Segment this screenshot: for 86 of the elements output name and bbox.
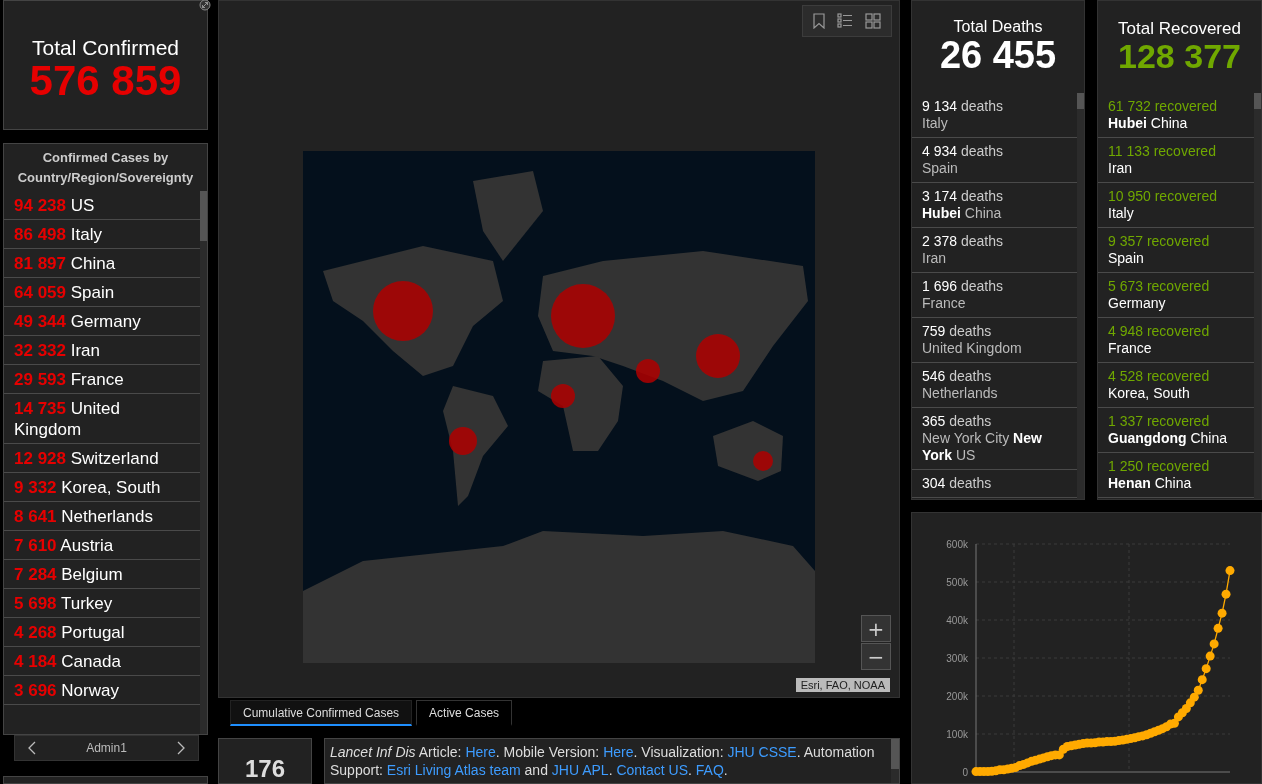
death-count: 365 deaths — [922, 413, 993, 430]
y-tick-label: 500k — [946, 577, 968, 588]
recovered-count: 5 673 recovered — [1108, 278, 1211, 295]
y-tick-label: 300k — [946, 653, 968, 664]
zoom-in-button[interactable]: + — [861, 615, 891, 642]
recovered-place: France — [1108, 340, 1153, 357]
death-place: Netherlands — [922, 385, 999, 402]
basemap-grid-icon[interactable] — [865, 13, 881, 29]
link[interactable]: Here — [603, 744, 634, 760]
y-tick-label: 600k — [946, 539, 968, 550]
recovered-place: Hubei China — [1108, 115, 1189, 132]
recovered-count: 10 950 recovered — [1108, 188, 1218, 205]
data-point — [1197, 675, 1207, 685]
nav-label: Admin1 — [86, 741, 127, 755]
data-point — [1201, 664, 1211, 674]
death-place: Italy — [922, 115, 949, 132]
death-count: 9 134 deaths — [922, 98, 1004, 115]
y-tick-label: 100k — [946, 729, 968, 740]
recovered-place: Spain — [1108, 250, 1145, 267]
data-point — [1193, 685, 1203, 695]
scrollbar[interactable] — [1077, 93, 1084, 109]
recovered-place: Germany — [1108, 295, 1167, 312]
count-value: 176 — [244, 757, 285, 783]
total-deaths-value: 26 455 — [939, 36, 1057, 76]
recovered-place: Iran — [1108, 160, 1134, 177]
link[interactable]: Esri Living Atlas team — [386, 762, 521, 778]
info-text: Lancet Inf Dis Article: Here. Mobile Version: Here. Visualization: JHU CSSE. Automation Support: Esri Living Atlas team and JHU APL. Contact US. FAQ. — [330, 743, 876, 780]
total-recovered-value: 128 377 — [1118, 39, 1241, 75]
death-count: 304 deaths — [922, 475, 993, 492]
death-place: Spain — [922, 160, 959, 177]
recovered-count: 4 948 recovered — [1108, 323, 1211, 340]
total-confirmed-title: Total Confirmed — [31, 36, 180, 60]
recovered-count: 4 528 recovered — [1108, 368, 1211, 385]
death-place: New York City New York US — [922, 430, 1043, 464]
legend-list-icon[interactable] — [837, 13, 853, 29]
scrollbar[interactable] — [200, 191, 207, 241]
recovered-place: Korea, South — [1108, 385, 1191, 402]
recovered-count: 1 337 recovered — [1108, 413, 1211, 430]
data-point — [1209, 639, 1219, 649]
scrollbar[interactable] — [1254, 93, 1261, 109]
link[interactable]: Here — [465, 744, 496, 760]
data-point — [1169, 718, 1179, 728]
data-point — [1181, 704, 1191, 714]
death-place: France — [922, 295, 967, 312]
death-place: Iran — [922, 250, 948, 267]
data-point — [1221, 589, 1231, 599]
total-deaths-title: Total Deaths — [953, 18, 1043, 37]
data-point — [1205, 651, 1215, 661]
recovered-count: 61 732 recovered — [1108, 98, 1218, 115]
expand-icon[interactable] — [199, 0, 211, 11]
y-tick-label: 0 — [962, 767, 968, 778]
death-count: 546 deaths — [922, 368, 993, 385]
data-point — [1217, 608, 1227, 618]
death-count: 4 934 deaths — [922, 143, 1004, 160]
link[interactable]: JHU CSSE — [727, 744, 797, 760]
death-place: Hubei China — [922, 205, 1003, 222]
recovered-count: 9 357 recovered — [1108, 233, 1211, 250]
previous-icon[interactable] — [27, 741, 37, 755]
list-title: Confirmed Cases by Country/Region/Sovereignty — [16, 149, 195, 187]
recovered-count: 11 133 recovered — [1108, 143, 1217, 160]
zoom-out-button[interactable]: − — [861, 643, 891, 670]
data-point — [1189, 692, 1199, 702]
link[interactable]: FAQ — [695, 762, 724, 778]
link[interactable]: JHU APL — [551, 762, 609, 778]
next-icon[interactable] — [176, 741, 186, 755]
recovered-count: 1 250 recovered — [1108, 458, 1211, 475]
map-tab[interactable]: Cumulative Confirmed Cases — [230, 700, 413, 726]
bookmark-icon[interactable] — [813, 13, 825, 29]
death-count: 759 deaths — [922, 323, 993, 340]
recovered-place: Henan China — [1108, 475, 1193, 492]
data-point — [1225, 566, 1235, 576]
death-count: 3 174 deaths — [922, 188, 1004, 205]
total-recovered-title: Total Recovered — [1118, 19, 1241, 40]
total-confirmed-value: 576 859 — [29, 60, 182, 102]
link[interactable]: Contact US — [616, 762, 688, 778]
recovered-place: Guangdong China — [1108, 430, 1228, 447]
death-count: 1 696 deaths — [922, 278, 1004, 295]
data-point — [1213, 623, 1223, 633]
y-tick-label: 200k — [946, 691, 968, 702]
y-tick-label: 400k — [946, 615, 968, 626]
death-place: United Kingdom — [922, 340, 1023, 357]
death-count: 2 378 deaths — [922, 233, 1004, 250]
recovered-place: Italy — [1108, 205, 1135, 222]
scrollbar[interactable] — [891, 739, 899, 769]
map-tab[interactable]: Active Cases — [416, 700, 513, 726]
map-attribution: Esri, FAO, NOAA — [795, 678, 890, 692]
